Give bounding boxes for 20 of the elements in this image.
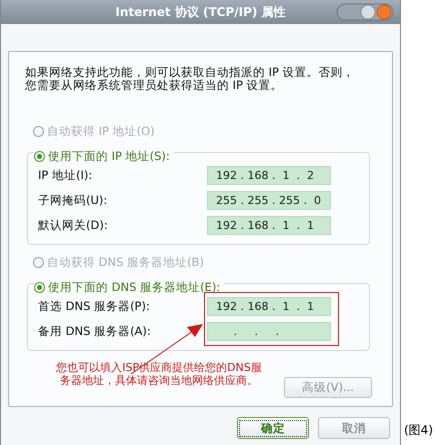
ip-address-field[interactable]: 192 . 168 . 1 . 1	[207, 297, 331, 316]
field-label: 子网掩码(U):	[38, 193, 108, 208]
annotation-text: 您也可以填入ISP供应商提供给您的DNS服 务器地址，具体请咨询当地网络供应商。	[55, 361, 263, 387]
radio-option[interactable]: 使用下面的 DNS 服务器地址(E):	[34, 280, 220, 295]
advanced-button[interactable]: 高级(V)...	[284, 377, 372, 398]
window-buttons-icon[interactable]	[336, 2, 394, 22]
field-label: 备用 DNS 服务器(A):	[38, 324, 151, 339]
ip-address-field[interactable]: 192 . 168 . 1 . 2	[207, 166, 331, 185]
dialog-button[interactable]: 确定	[237, 417, 309, 439]
field-label: 首选 DNS 服务器(P):	[38, 299, 150, 314]
figure-caption: (图4)	[404, 422, 433, 439]
window-title: Internet 协议 (TCP/IP) 属性	[115, 4, 286, 20]
field-label: 默认网关(D):	[38, 218, 108, 233]
radio-option[interactable]: 使用下面的 IP 地址(S):	[34, 149, 170, 164]
ip-address-field[interactable]: . . .	[207, 322, 331, 341]
ip-address-field[interactable]: 192 . 168 . 1 . 1	[207, 216, 331, 235]
ip-address-field[interactable]: 255 . 255 . 255 . 0	[207, 191, 331, 210]
field-label: IP 地址(I):	[38, 168, 92, 183]
description-text: 如果网络支持此功能，则可以获取自动指派的 IP 设置。否则， 您需要从网络系统管理员处获得适当的 IP 设置。	[25, 66, 356, 92]
dialog-button[interactable]: 取消	[318, 417, 390, 439]
